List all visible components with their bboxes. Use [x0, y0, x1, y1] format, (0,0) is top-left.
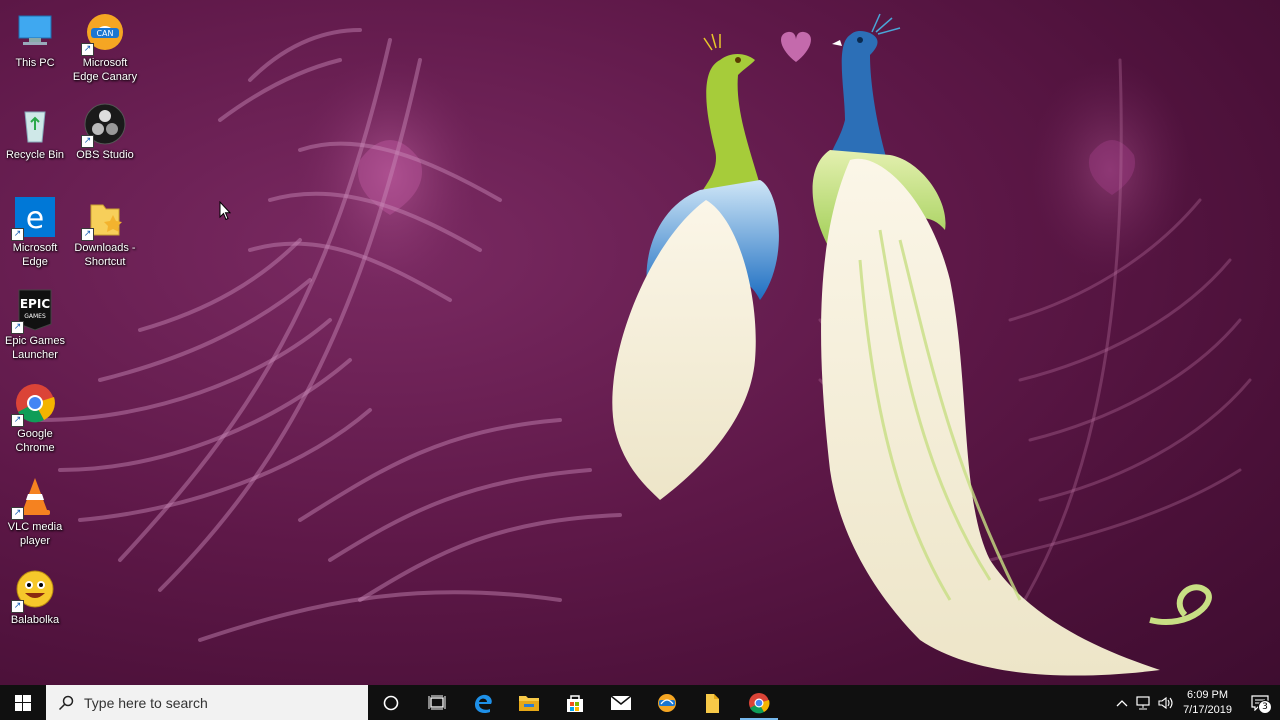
chrome-icon: ↗ — [11, 381, 57, 427]
taskbar-chrome[interactable] — [736, 685, 782, 720]
folder-shortcut-icon — [706, 693, 719, 713]
taskbar-clock[interactable]: 6:09 PM 7/17/2019 — [1177, 688, 1240, 718]
svg-text:GAMES: GAMES — [24, 313, 46, 320]
balabolka-smiley-icon: ↗ — [11, 567, 57, 613]
system-tray: 6:09 PM 7/17/2019 3 — [1111, 685, 1280, 720]
recycle-bin-icon — [13, 102, 57, 146]
computer-icon — [13, 10, 57, 54]
show-hidden-icons-button[interactable] — [1111, 685, 1133, 720]
desktop-icon-downloads-shortcut[interactable]: ↗ Downloads - Shortcut — [70, 195, 140, 269]
notification-count-badge: 3 — [1258, 700, 1272, 714]
desktop-icon-label: VLC media player — [7, 521, 63, 547]
action-center-button[interactable]: 3 — [1240, 685, 1280, 720]
shortcut-arrow-icon: ↗ — [81, 228, 94, 241]
desktop-icon-label: Microsoft Edge — [12, 242, 58, 268]
desktop-icon-label: Epic Games Launcher — [5, 335, 65, 361]
mail-icon — [610, 694, 632, 710]
taskbar-microsoft-store[interactable] — [552, 685, 598, 720]
desktop-icon-google-chrome[interactable]: ↗ Google Chrome — [0, 381, 70, 455]
network-icon — [1136, 695, 1150, 709]
epic-games-icon: EPIC GAMES ↗ — [11, 288, 57, 334]
start-button[interactable] — [0, 685, 46, 720]
shortcut-arrow-icon: ↗ — [11, 321, 24, 334]
svg-text:e: e — [26, 201, 44, 236]
desktop-icon-label: This PC — [15, 57, 55, 69]
task-view-button[interactable] — [414, 685, 460, 720]
cortana-button[interactable] — [368, 685, 414, 720]
edge-canary-icon: CAN ↗ — [81, 10, 127, 56]
desktop-icon-obs-studio[interactable]: ↗ OBS Studio — [70, 102, 140, 162]
shortcut-arrow-icon: ↗ — [11, 228, 24, 241]
windows-logo-icon — [15, 694, 31, 711]
desktop-icon-edge-canary[interactable]: CAN ↗ Microsoft Edge Canary — [70, 10, 140, 84]
vlc-cone-icon: ↗ — [11, 474, 57, 520]
edge-icon: e ↗ — [11, 195, 57, 241]
desktop-icon-label: Microsoft Edge Canary — [72, 57, 138, 83]
clock-date: 7/17/2019 — [1183, 703, 1232, 716]
volume-button[interactable] — [1155, 685, 1177, 720]
taskbar-edge[interactable] — [460, 685, 506, 720]
desktop-icon-label: Google Chrome — [15, 428, 55, 454]
obs-studio-icon: ↗ — [81, 102, 127, 148]
shortcut-arrow-icon: ↗ — [11, 507, 24, 520]
chevron-up-icon — [1116, 699, 1128, 706]
desktop-icon-label: Balabolka — [10, 614, 60, 626]
desktop-icon-vlc[interactable]: ↗ VLC media player — [0, 474, 70, 548]
desktop-icon-epic-games[interactable]: EPIC GAMES ↗ Epic Games Launcher — [0, 288, 70, 362]
taskbar-search-box[interactable]: Type here to search — [46, 685, 368, 720]
shortcut-arrow-icon: ↗ — [81, 135, 94, 148]
desktop-icon-recycle-bin[interactable]: Recycle Bin — [0, 102, 70, 162]
search-icon — [58, 695, 74, 710]
desktop-wallpaper — [38, 13, 1252, 676]
edge-canary-icon — [658, 693, 676, 712]
taskbar-mail[interactable] — [598, 685, 644, 720]
shortcut-arrow-icon: ↗ — [11, 600, 24, 613]
taskbar: Type here to search 6:09 PM 7/17/2019 3 — [0, 685, 1280, 720]
chrome-icon — [749, 692, 770, 713]
edge-icon — [475, 694, 492, 713]
desktop-icon-label: Downloads - Shortcut — [74, 242, 136, 268]
taskbar-folder-shortcut[interactable] — [690, 685, 736, 720]
svg-text:CAN: CAN — [96, 29, 113, 38]
desktop-icon-this-pc[interactable]: This PC — [0, 10, 70, 70]
search-placeholder: Type here to search — [84, 694, 208, 711]
task-view-icon — [428, 695, 446, 709]
network-button[interactable] — [1133, 685, 1155, 720]
desktop-icon-label: Recycle Bin — [5, 149, 65, 161]
shortcut-arrow-icon: ↗ — [11, 414, 24, 427]
svg-text:EPIC: EPIC — [20, 297, 50, 311]
cortana-icon — [383, 695, 399, 710]
shortcut-arrow-icon: ↗ — [81, 43, 94, 56]
taskbar-file-explorer[interactable] — [506, 685, 552, 720]
desktop-icon-microsoft-edge[interactable]: e ↗ Microsoft Edge — [0, 195, 70, 269]
desktop-icon-label: OBS Studio — [76, 149, 134, 161]
clock-time: 6:09 PM — [1187, 688, 1229, 701]
folder-icon: ↗ — [81, 195, 127, 241]
mouse-pointer-icon — [219, 201, 231, 221]
speaker-icon — [1158, 696, 1173, 709]
desktop-icon-balabolka[interactable]: ↗ Balabolka — [0, 567, 70, 627]
taskbar-edge-canary[interactable] — [644, 685, 690, 720]
file-explorer-icon — [519, 695, 539, 711]
microsoft-store-icon — [567, 694, 583, 712]
